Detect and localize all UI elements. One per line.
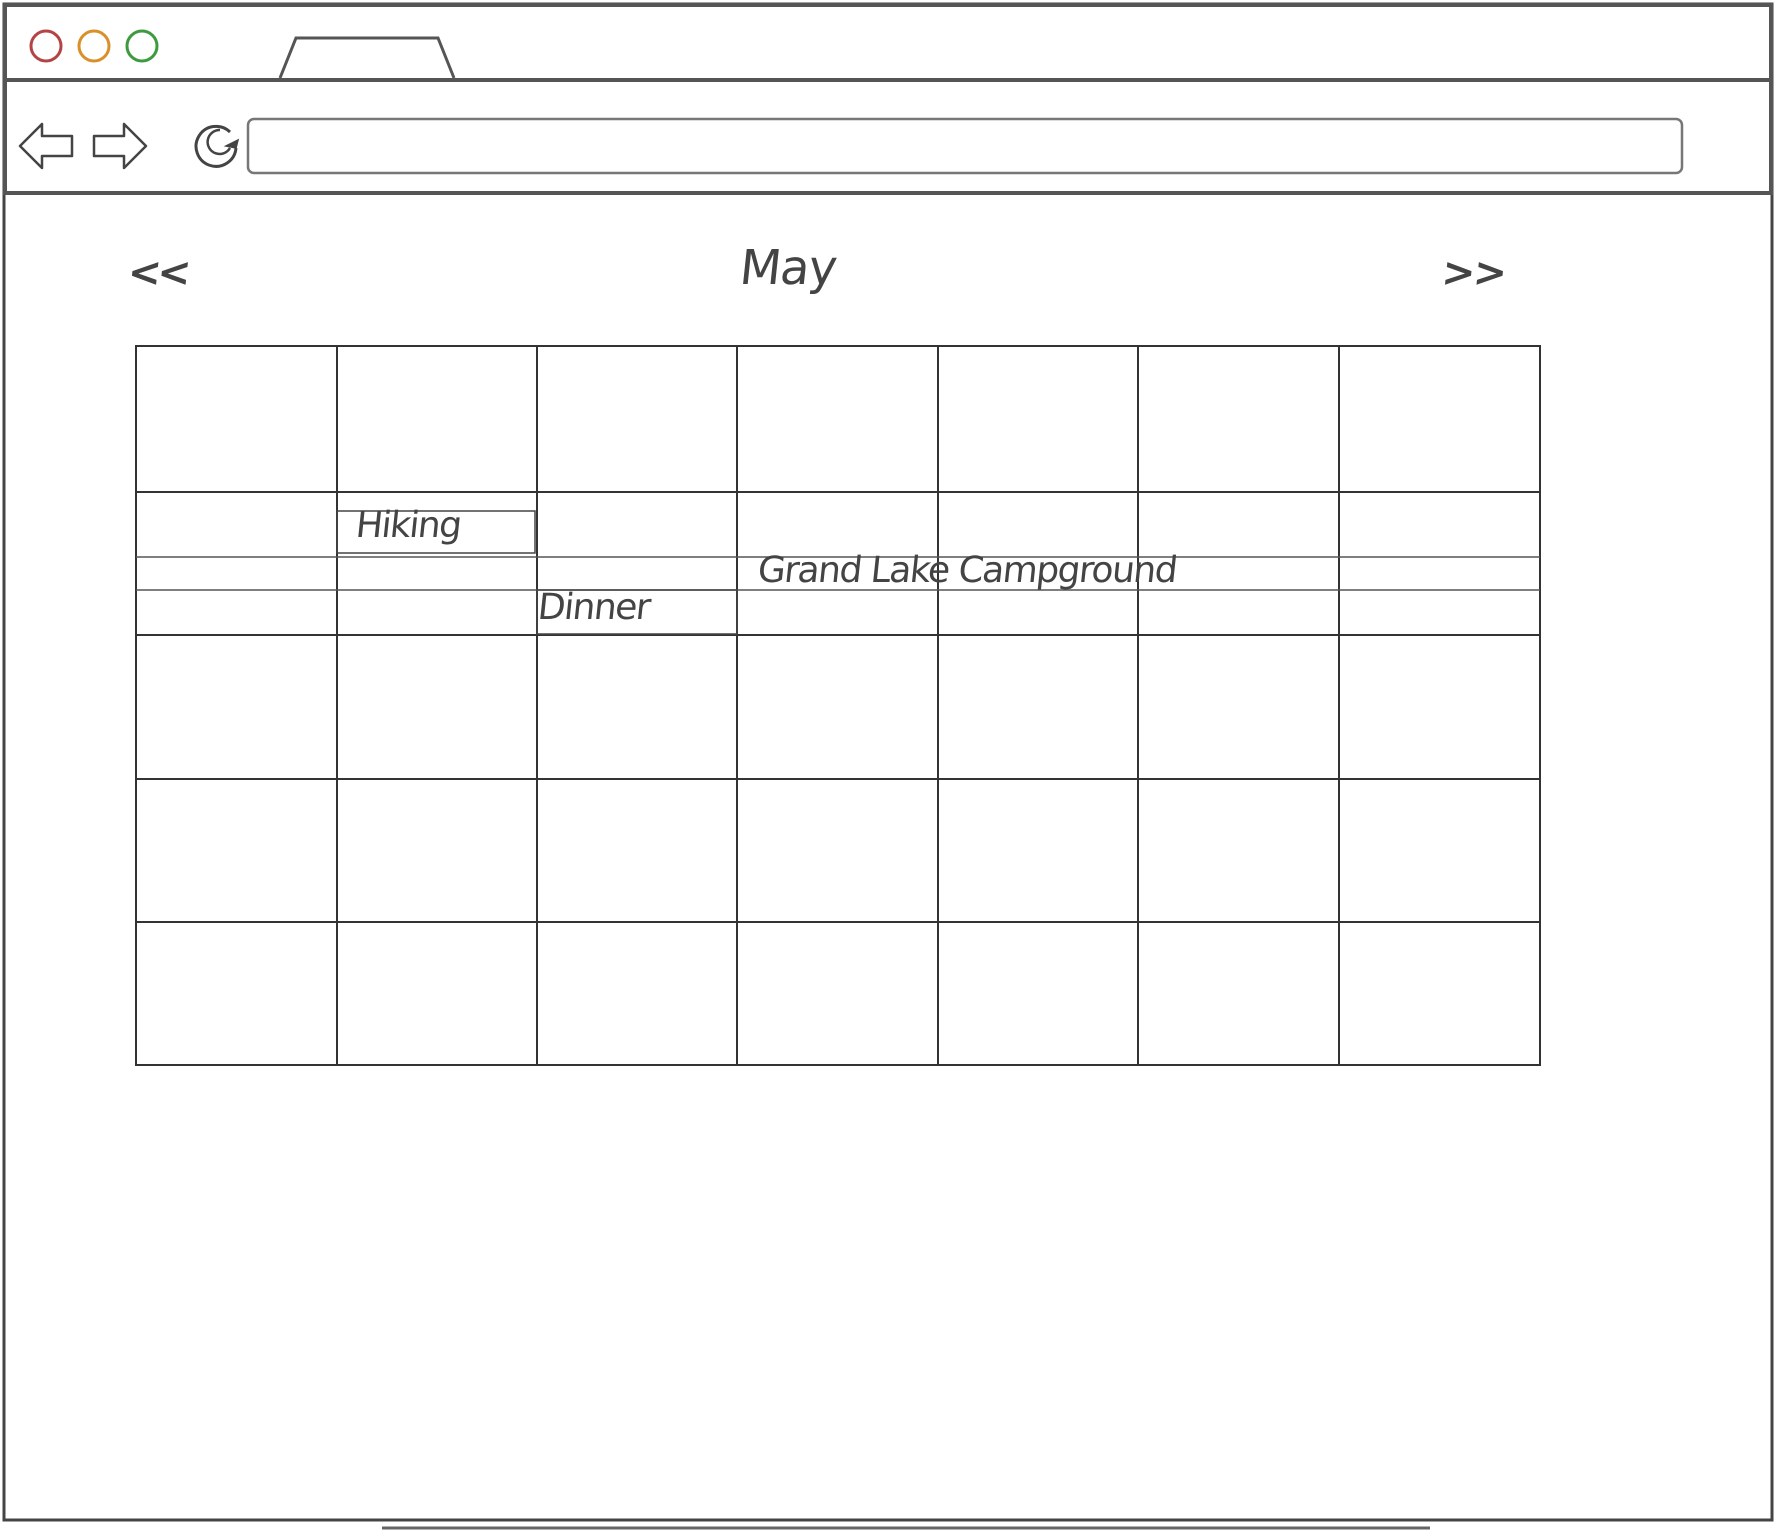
browser-tab <box>278 36 456 79</box>
back-arrow-icon <box>18 122 74 170</box>
event-grand-lake-campground[interactable]: Grand Lake Campground <box>756 550 1178 591</box>
event-hiking[interactable]: Hiking <box>354 505 463 546</box>
event-dinner[interactable]: Dinner <box>536 587 652 628</box>
close-window-button[interactable] <box>27 27 65 65</box>
window-frame <box>2 2 1774 1522</box>
previous-month-button[interactable]: << <box>126 250 190 296</box>
maximize-window-button[interactable] <box>123 27 161 65</box>
minimize-circle-icon <box>77 29 111 63</box>
next-month-button[interactable]: >> <box>1440 250 1508 296</box>
browser-window: << May >> Hiking Grand Lake Campground D… <box>0 0 1776 1534</box>
forward-arrow-icon <box>92 122 148 170</box>
browser-chrome <box>2 2 1774 1530</box>
title-bar <box>3 3 1773 82</box>
close-circle-icon <box>29 29 63 63</box>
minimize-window-button[interactable] <box>75 27 113 65</box>
address-bar-input[interactable] <box>252 121 1676 171</box>
month-title: May <box>737 240 840 296</box>
reload-button[interactable] <box>190 118 246 174</box>
maximize-circle-icon <box>125 29 159 63</box>
forward-button[interactable] <box>90 118 150 174</box>
back-button[interactable] <box>16 118 76 174</box>
